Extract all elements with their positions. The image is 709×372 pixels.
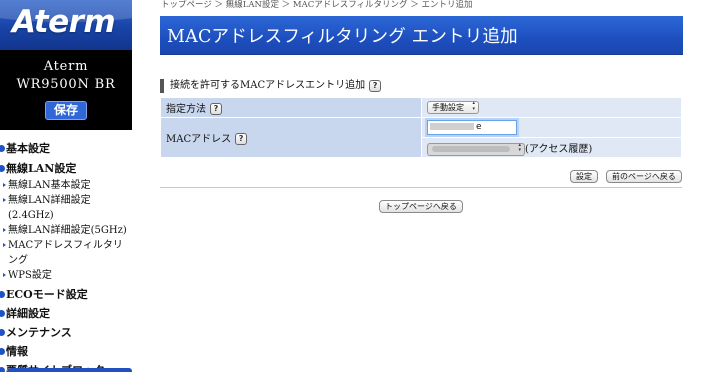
sidebar-bottom-bar xyxy=(8,368,132,372)
section-header-label: 接続を許可するMACアドレスエントリ追加 xyxy=(170,80,366,91)
help-icon[interactable]: ? xyxy=(210,103,222,116)
bullet-icon xyxy=(0,348,5,355)
sidebar-menu-item[interactable]: メンテナンス xyxy=(0,323,132,342)
prev-page-button[interactable]: 前のページへ戻る xyxy=(606,170,682,183)
redacted-mask xyxy=(432,146,510,152)
mac-label: MACアドレス xyxy=(166,133,232,145)
mac-entry-form: 指定方法? 手動設定 MACアドレス? e (アクセス履歴) xyxy=(160,97,682,158)
mac-value-tail: e xyxy=(476,122,482,132)
section-header: 接続を許可するMACアドレスエントリ追加? xyxy=(160,79,382,93)
history-label: (アクセス履歴) xyxy=(525,143,593,155)
history-cell: (アクセス履歴) xyxy=(422,138,681,157)
arrow-right-icon xyxy=(3,228,6,232)
arrow-right-icon xyxy=(3,243,6,247)
sidebar-item-label: 無線LAN詳細設定(2.4GHz) xyxy=(8,195,91,221)
sidebar-item-label: ECOモード設定 xyxy=(6,288,88,301)
arrow-right-icon xyxy=(3,273,6,277)
divider xyxy=(160,187,682,188)
sidebar-menu-item[interactable]: 基本設定 xyxy=(0,139,132,158)
access-history-select[interactable] xyxy=(427,142,525,156)
redacted-mask xyxy=(430,123,474,130)
help-icon[interactable]: ? xyxy=(235,133,248,146)
sidebar-item-label: MACアドレスフィルタリング xyxy=(8,240,123,266)
sidebar-menu-item[interactable]: 詳細設定 xyxy=(0,304,132,323)
sidebar-item-label: 基本設定 xyxy=(6,142,50,155)
model-name: Aterm WR9500N BR xyxy=(16,59,116,92)
mac-input-cell: e xyxy=(422,118,681,137)
page-title: MACアドレスフィルタリング エントリ追加 xyxy=(167,27,518,47)
top-page-button[interactable]: トップページへ戻る xyxy=(379,200,463,213)
bullet-icon xyxy=(0,165,5,172)
set-button[interactable]: 設定 xyxy=(570,170,598,183)
sidebar-item-label: 情報 xyxy=(6,345,28,358)
sidebar-item-label: WPS設定 xyxy=(8,270,52,281)
sidebar-submenu-item[interactable]: WPS設定 xyxy=(0,268,132,283)
arrow-right-icon xyxy=(3,183,6,187)
title-banner: MACアドレスフィルタリング エントリ追加 xyxy=(160,16,683,55)
sidebar-menu-item[interactable]: 無線LAN設定 xyxy=(0,159,132,178)
model-panel: Aterm WR9500N BR 保存 xyxy=(0,50,132,130)
mac-address-input[interactable]: e xyxy=(427,120,517,135)
sidebar-menu: 基本設定無線LAN設定無線LAN基本設定無線LAN詳細設定(2.4GHz) 無線L… xyxy=(0,130,132,372)
aterm-logo[interactable]: Aterm xyxy=(0,0,132,50)
sidebar-submenu-item[interactable]: 無線LAN詳細設定(5GHz) xyxy=(0,223,132,238)
bullet-icon xyxy=(0,291,5,298)
sidebar-item-label: メンテナンス xyxy=(6,326,72,339)
method-label-cell: 指定方法? xyxy=(161,98,421,117)
sidebar-submenu-item[interactable]: 無線LAN詳細設定(2.4GHz) xyxy=(0,193,132,223)
mac-label-cell: MACアドレス? xyxy=(161,118,421,157)
logo-text: Aterm xyxy=(12,4,116,40)
method-label: 指定方法 xyxy=(166,103,206,115)
method-value-cell: 手動設定 xyxy=(422,98,681,117)
sidebar-item-label: 無線LAN設定 xyxy=(6,162,77,175)
sidebar-item-label: 詳細設定 xyxy=(6,307,50,320)
sidebar-submenu-item[interactable]: MACアドレスフィルタリング xyxy=(0,238,132,268)
sidebar-item-label: 無線LAN詳細設定(5GHz) xyxy=(8,225,127,236)
sidebar: Aterm Aterm WR9500N BR 保存 基本設定無線LAN設定無線L… xyxy=(0,0,132,372)
mac-row: MACアドレス? e xyxy=(161,118,681,157)
bullet-icon xyxy=(0,367,5,372)
method-row: 指定方法? 手動設定 xyxy=(161,98,681,117)
bullet-icon xyxy=(0,310,5,317)
sidebar-menu-item[interactable]: 情報 xyxy=(0,342,132,361)
sidebar-submenu-item[interactable]: 無線LAN基本設定 xyxy=(0,178,132,193)
sidebar-item-label: 無線LAN基本設定 xyxy=(8,180,91,191)
bullet-icon xyxy=(0,145,5,152)
method-select[interactable]: 手動設定 xyxy=(427,101,479,114)
help-icon[interactable]: ? xyxy=(369,79,382,92)
bullet-icon xyxy=(0,329,5,336)
sidebar-menu-item[interactable]: ECOモード設定 xyxy=(0,285,132,304)
breadcrumb: トップページ ＞ 無線LAN設定 ＞ MACアドレスフィルタリング ＞ エントリ… xyxy=(161,0,473,10)
save-button[interactable]: 保存 xyxy=(45,101,87,120)
arrow-right-icon xyxy=(3,198,6,202)
